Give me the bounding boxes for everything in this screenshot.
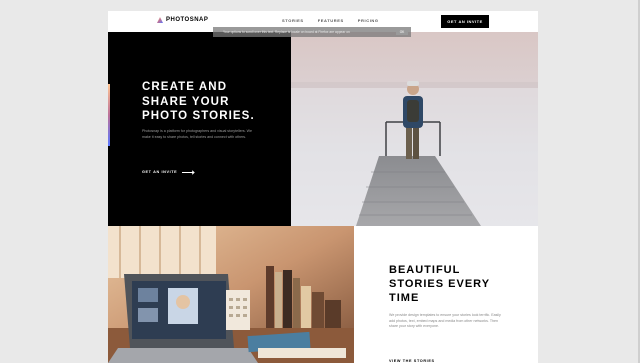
hero-title: CREATE AND SHARE YOUR PHOTO STORIES.	[142, 80, 282, 124]
hero-invite-link-label: GET AN INVITE	[142, 170, 178, 174]
feature-title-line: STORIES EVERY	[389, 278, 491, 290]
desk-laptop-image	[108, 226, 354, 363]
hero-description: Photosnap is a platform for photographer…	[142, 129, 252, 139]
hero-title-line: PHOTO STORIES.	[142, 110, 255, 122]
feature-title-line: BEAUTIFUL	[389, 264, 461, 276]
nav-item-pricing[interactable]: PRICING	[358, 18, 379, 23]
translate-notification-bar: Your options to scroll over this text. R…	[213, 27, 411, 37]
logo[interactable]: PHOTOSNAP	[157, 17, 208, 23]
feature-title: BEAUTIFUL STORIES EVERY TIME	[389, 263, 509, 305]
hero-panel: CREATE AND SHARE YOUR PHOTO STORIES. Pho…	[108, 32, 291, 226]
view-stories-link[interactable]: VIEW THE STORIES	[389, 359, 435, 363]
translate-ok-button[interactable]: OK	[396, 29, 408, 35]
feature-section: BEAUTIFUL STORIES EVERY TIME We provide …	[354, 226, 538, 363]
feature-title-line: TIME	[389, 292, 420, 304]
hero-invite-link[interactable]: GET AN INVITE	[142, 169, 195, 175]
hero-title-line: CREATE AND	[142, 81, 228, 93]
main-nav: STORIES FEATURES PRICING	[282, 18, 379, 23]
get-invite-button[interactable]: GET AN INVITE	[441, 15, 489, 28]
nav-item-features[interactable]: FEATURES	[318, 18, 344, 23]
accent-gradient-bar	[108, 84, 110, 146]
translate-message: Your options to scroll over this text. R…	[223, 30, 350, 34]
webpage: PHOTOSNAP STORIES FEATURES PRICING GET A…	[108, 11, 538, 363]
feature-description: We provide design templates to ensure yo…	[389, 313, 501, 328]
nav-item-stories[interactable]: STORIES	[282, 18, 304, 23]
arrow-right-icon	[182, 169, 195, 175]
logo-mark-icon	[157, 17, 163, 23]
hero-title-line: SHARE YOUR	[142, 95, 230, 108]
logo-text: PHOTOSNAP	[166, 17, 209, 23]
hero-image-lake-pier	[291, 32, 538, 226]
